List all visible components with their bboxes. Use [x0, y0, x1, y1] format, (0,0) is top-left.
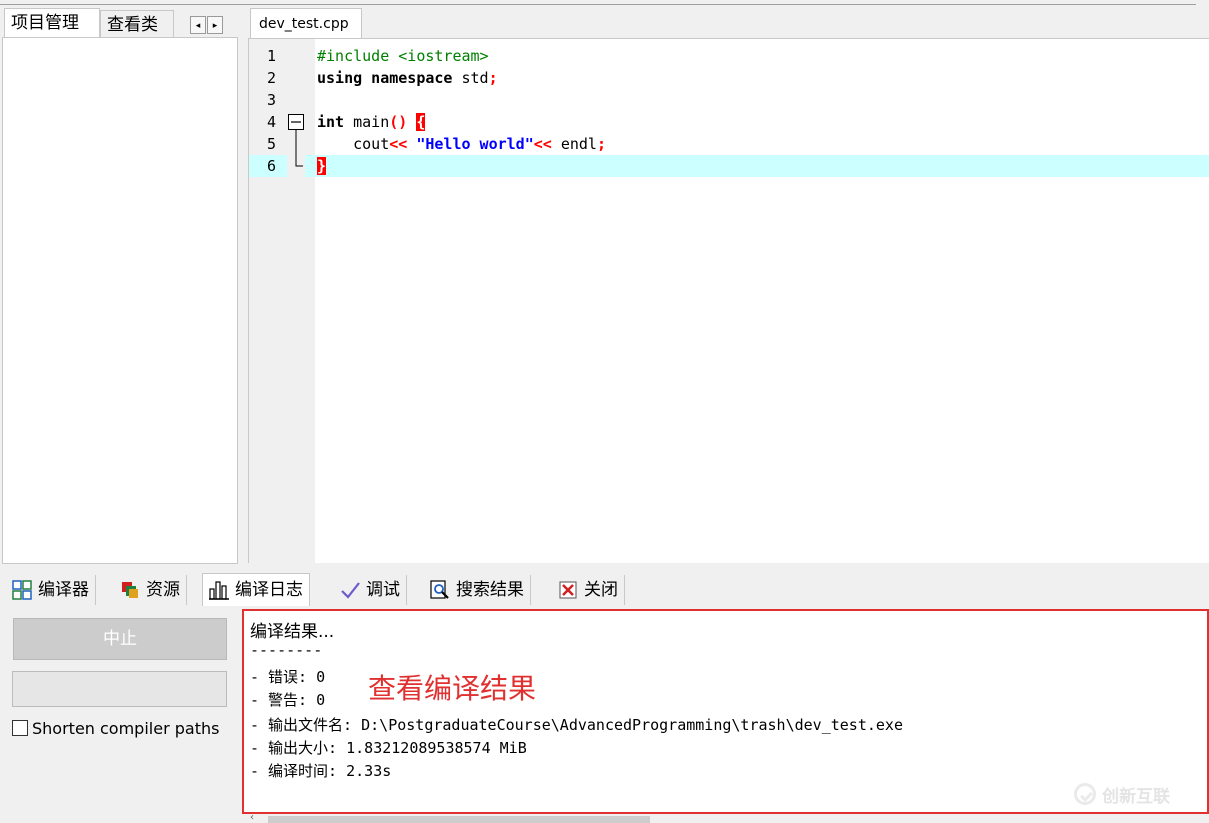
code-text: #include <iostream> — [317, 47, 489, 65]
shorten-paths-checkbox[interactable] — [12, 720, 28, 736]
log-line: 编译结果... — [250, 622, 335, 642]
tab-label: 调试 — [366, 580, 400, 600]
scroll-thumb[interactable] — [268, 816, 650, 823]
shorten-paths-label: Shorten compiler paths — [32, 718, 220, 738]
line-number: 5 — [267, 135, 277, 153]
editor-tabbar: dev_test.cpp — [246, 4, 1209, 38]
log-line: - 编译时间: 2.33s — [250, 762, 392, 780]
log-line: - 输出大小: 1.83212089538574 MiB — [250, 739, 527, 757]
project-tree-panel[interactable] — [2, 37, 238, 564]
line-number: 4 — [267, 113, 277, 131]
log-line: -------- — [250, 641, 323, 659]
line-number: 1 — [267, 47, 277, 65]
left-panel-tabbar: 项目管理 查看类 ◂ ▸ — [0, 6, 242, 38]
line-number: 3 — [267, 91, 277, 109]
tab-project-manager[interactable]: 项目管理 — [4, 8, 100, 38]
bar-chart-icon — [209, 580, 229, 600]
line-number: 2 — [267, 69, 277, 87]
tab-search-results[interactable]: 搜索结果 — [424, 575, 531, 605]
tab-label: 编译日志 — [235, 580, 303, 600]
tab-compile-log[interactable]: 编译日志 — [202, 573, 310, 606]
tab-resources[interactable]: 资源 — [114, 575, 187, 605]
code-line-current[interactable]: 6 } — [249, 155, 1209, 177]
fold-end-icon — [287, 155, 305, 177]
check-icon — [340, 580, 360, 600]
tab-label: 关闭 — [584, 580, 618, 600]
code-text: using namespace std; — [317, 69, 498, 87]
log-line: - 错误: 0 — [250, 668, 326, 686]
code-editor[interactable]: 1 #include <iostream> 2 using namespace … — [248, 38, 1209, 563]
code-text: int main() { — [317, 113, 426, 131]
log-line: - 警告: 0 — [250, 691, 326, 709]
tab-label: 编译器 — [38, 580, 89, 600]
compile-progress-bar — [12, 671, 227, 707]
log-line: - 输出文件名: D:\PostgraduateCourse\AdvancedP… — [250, 716, 903, 734]
abort-button[interactable]: 中止 — [13, 618, 227, 660]
watermark: 创新互联 — [1074, 779, 1204, 809]
code-text: cout<< "Hello world"<< endl; — [317, 135, 606, 153]
code-text: } — [317, 157, 327, 175]
search-icon — [430, 580, 450, 600]
scroll-left-arrow-icon[interactable]: ‹ — [250, 812, 254, 823]
shorten-paths-option[interactable]: Shorten compiler paths — [12, 716, 219, 740]
close-icon — [558, 580, 578, 600]
tab-debug[interactable]: 调试 — [334, 575, 407, 605]
tab-compiler[interactable]: 编译器 — [6, 575, 96, 605]
resources-icon — [120, 580, 140, 600]
code-line[interactable]: 5 cout<< "Hello world"<< endl; — [249, 133, 1209, 155]
tab-scroll-right-button[interactable]: ▸ — [207, 16, 223, 34]
line-number: 6 — [267, 157, 277, 175]
tab-label: 搜索结果 — [456, 580, 524, 600]
fold-line-icon — [287, 133, 305, 155]
fold-collapse-icon[interactable] — [287, 111, 305, 133]
tab-label: 资源 — [146, 580, 180, 600]
tab-close[interactable]: 关闭 — [552, 575, 625, 605]
grid-icon — [12, 580, 32, 600]
watermark-text: 创新互联 — [1102, 786, 1170, 807]
log-horizontal-scrollbar[interactable]: ‹ — [242, 812, 1209, 823]
code-line[interactable]: 3 — [249, 89, 1209, 111]
file-tab[interactable]: dev_test.cpp — [250, 8, 362, 38]
tab-scroll-left-button[interactable]: ◂ — [190, 16, 206, 34]
bottom-tabbar: 编译器 资源 编译日志 调试 搜索结果 关闭 — [0, 573, 1209, 606]
annotation-label: 查看编译结果 — [368, 672, 537, 705]
code-line[interactable]: 1 #include <iostream> — [249, 45, 1209, 67]
compile-log-output[interactable]: 编译结果... -------- - 错误: 0 - 警告: 0 - 输出文件名… — [242, 609, 1209, 814]
code-line[interactable]: 4 int main() { — [249, 111, 1209, 133]
watermark-logo-icon — [1074, 783, 1096, 805]
code-line[interactable]: 2 using namespace std; — [249, 67, 1209, 89]
tab-class-view[interactable]: 查看类 — [100, 10, 174, 38]
